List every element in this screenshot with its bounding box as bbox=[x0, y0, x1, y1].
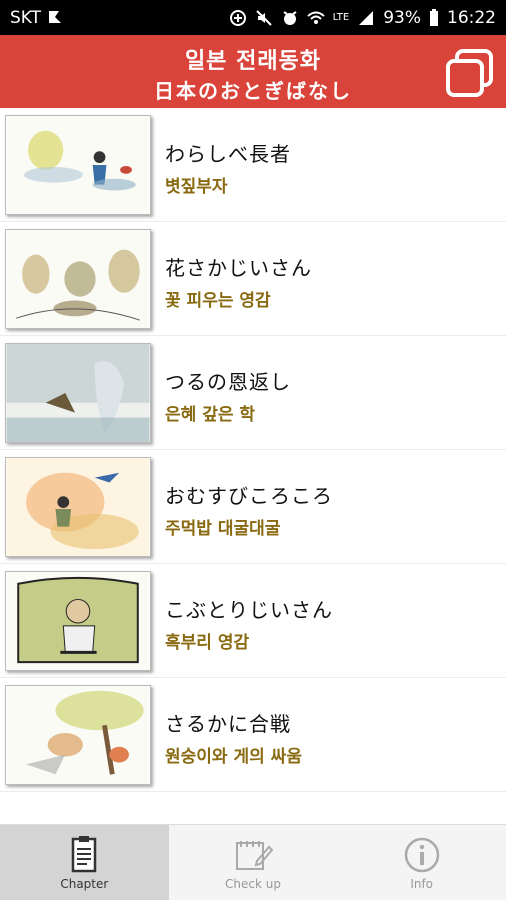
story-title-jp: さるかに合戦 bbox=[165, 712, 291, 736]
story-title-kr: 볏짚부자 bbox=[165, 177, 228, 197]
mute-icon bbox=[255, 9, 272, 26]
list-item[interactable]: おむすびころころ 주먹밥 대굴대굴 bbox=[0, 450, 506, 564]
copy-icon[interactable] bbox=[444, 47, 496, 99]
story-title-jp: おむすびころころ bbox=[165, 484, 333, 508]
battery-percent: 93% bbox=[383, 7, 421, 28]
title-korean: 일본 전래동화 bbox=[184, 49, 322, 74]
clock: 16:22 bbox=[447, 7, 496, 28]
notification-flag-icon bbox=[49, 10, 62, 23]
story-title-jp: 花さかじいさん bbox=[165, 256, 312, 280]
story-title-kr: 꽃 피우는 영감 bbox=[165, 291, 271, 311]
carrier-label: SKT bbox=[10, 7, 42, 28]
title-japanese: 日本のおとぎばなし bbox=[154, 79, 352, 103]
story-title-kr: 은혜 갚은 학 bbox=[165, 405, 256, 425]
signal-icon bbox=[359, 10, 374, 25]
tab-checkup[interactable]: Check up bbox=[169, 825, 338, 900]
story-thumbnail bbox=[5, 685, 151, 785]
story-title-jp: つるの恩返し bbox=[165, 370, 291, 394]
wifi-calling-icon bbox=[306, 11, 325, 24]
tab-checkup-label: Check up bbox=[225, 876, 281, 891]
story-title-jp: こぶとりじいさん bbox=[165, 598, 333, 622]
story-thumbnail bbox=[5, 457, 151, 557]
story-thumbnail bbox=[5, 571, 151, 671]
tab-chapter-label: Chapter bbox=[60, 876, 109, 891]
story-title-jp: わらしべ長者 bbox=[165, 142, 291, 166]
battery-icon bbox=[430, 8, 438, 26]
lte-label: LTE bbox=[332, 11, 350, 23]
story-title-kr: 혹부리 영감 bbox=[165, 633, 250, 653]
story-title-kr: 원숭이와 게의 싸움 bbox=[165, 747, 302, 767]
story-title-kr: 주먹밥 대굴대굴 bbox=[165, 519, 281, 539]
bottom-navigation: Chapter Check up Info bbox=[0, 824, 506, 900]
list-item[interactable]: こぶとりじいさん 혹부리 영감 bbox=[0, 564, 506, 678]
alarm-icon bbox=[283, 10, 297, 25]
tab-info-label: Info bbox=[410, 876, 434, 891]
story-list: わらしべ長者 볏짚부자 花さかじいさん 꽃 피우는 영감 つるの恩返し 은혜 갚… bbox=[0, 108, 506, 792]
info-icon bbox=[404, 837, 439, 872]
checkup-icon bbox=[236, 840, 274, 870]
story-thumbnail bbox=[5, 343, 151, 443]
data-saver-icon bbox=[229, 9, 246, 26]
story-thumbnail bbox=[5, 115, 151, 215]
list-item[interactable]: つるの恩返し 은혜 갚은 학 bbox=[0, 336, 506, 450]
list-item[interactable]: 花さかじいさん 꽃 피우는 영감 bbox=[0, 222, 506, 336]
app-header: 일본 전래동화 日本のおとぎばなし bbox=[0, 35, 506, 108]
status-bar: SKT LTE 93% 16:22 bbox=[0, 0, 506, 35]
tab-info[interactable]: Info bbox=[337, 825, 506, 900]
tab-chapter[interactable]: Chapter bbox=[0, 825, 169, 900]
list-item[interactable]: さるかに合戦 원숭이와 게의 싸움 bbox=[0, 678, 506, 792]
list-item[interactable]: わらしべ長者 볏짚부자 bbox=[0, 108, 506, 222]
story-thumbnail bbox=[5, 229, 151, 329]
chapter-icon bbox=[72, 835, 97, 872]
